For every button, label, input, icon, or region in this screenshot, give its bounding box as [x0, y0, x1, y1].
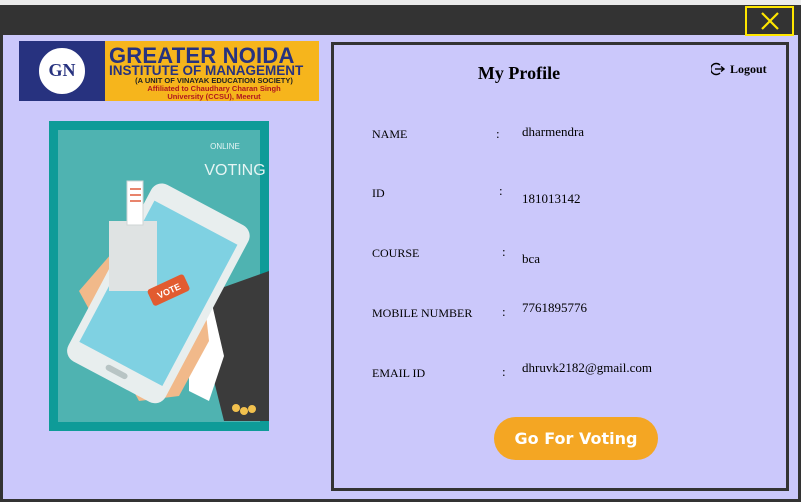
go-for-voting-button[interactable]: Go For Voting: [494, 417, 658, 460]
mobile-number-value: 7761895776: [522, 300, 587, 315]
course-value: bca: [522, 251, 541, 266]
institute-logo: GN GREATER NOIDA INSTITUTE OF MANAGEMENT…: [19, 41, 319, 101]
window-left-border: [0, 35, 3, 502]
voting-illustration-svg: ONLINE VOTING VOTE: [58, 130, 269, 422]
name-label: NAME: [372, 127, 408, 141]
online-voting-illustration: ONLINE VOTING VOTE: [49, 121, 269, 431]
title-bar: [0, 0, 801, 35]
id-value: 181013142: [522, 191, 581, 206]
close-x-icon: [761, 12, 779, 30]
name-colon: :: [496, 126, 500, 141]
mobile-number-label: MOBILE NUMBER: [372, 306, 473, 320]
logout-button[interactable]: Logout: [711, 60, 767, 78]
id-colon: :: [499, 183, 503, 198]
logo-emblem: GN: [19, 41, 105, 101]
name-value: dharmendra: [522, 124, 585, 139]
course-colon: :: [502, 244, 506, 259]
id-label: ID: [372, 186, 385, 200]
course-label: COURSE: [372, 246, 420, 260]
online-label: ONLINE: [210, 142, 240, 151]
email-id-label: EMAIL ID: [372, 366, 426, 380]
logout-label: Logout: [730, 61, 767, 76]
email-id-colon: :: [502, 364, 506, 379]
logo-ring: GN: [36, 45, 88, 97]
voting-label: VOTING: [204, 162, 265, 179]
email-id-value: dhruvk2182@gmail.com: [522, 360, 653, 375]
logout-icon: [711, 62, 725, 76]
close-button[interactable]: [745, 6, 794, 36]
mobile-number-colon: :: [502, 304, 506, 319]
profile-title: My Profile: [477, 63, 561, 83]
title-bar-strip: [0, 0, 801, 5]
logo-university-text: University (CCSU), Meerut: [167, 92, 261, 101]
logo-emblem-text: GN: [48, 60, 76, 80]
profile-panel: My Profile Logout NAME : dharmendra ID :…: [331, 42, 789, 491]
